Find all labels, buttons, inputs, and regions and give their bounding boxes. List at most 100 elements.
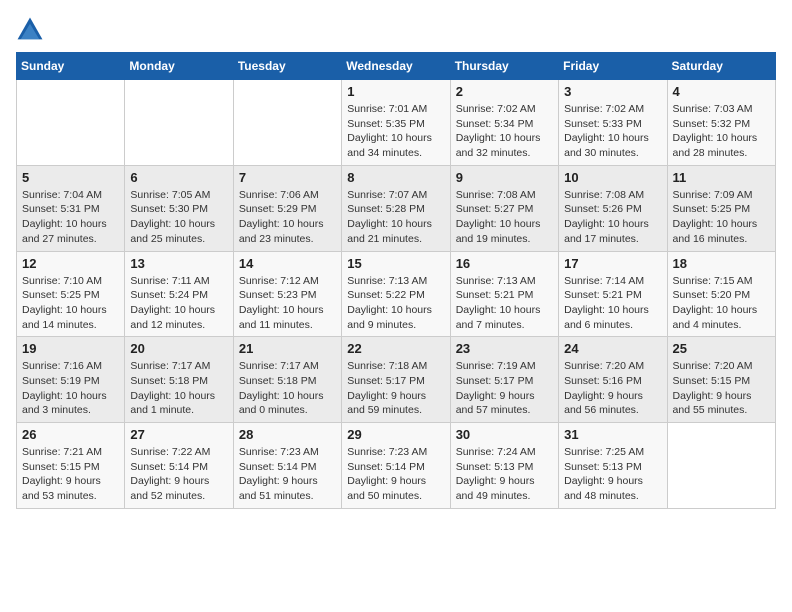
day-number: 3	[564, 84, 661, 99]
calendar-cell: 4Sunrise: 7:03 AM Sunset: 5:32 PM Daylig…	[667, 80, 775, 166]
day-info: Sunrise: 7:04 AM Sunset: 5:31 PM Dayligh…	[22, 188, 119, 247]
day-info: Sunrise: 7:11 AM Sunset: 5:24 PM Dayligh…	[130, 274, 227, 333]
calendar-cell: 10 Sunrise: 7:08 AM Sunset: 5:26 PM Dayli…	[559, 165, 667, 251]
day-info: Sunrise: 7:13 AM Sunset: 5:21 PM Dayligh…	[456, 274, 553, 333]
day-info: Sunrise: 7:15 AM Sunset: 5:20 PM Dayligh…	[673, 274, 770, 333]
weekday-header: Wednesday	[342, 53, 450, 80]
calendar-cell: 24 Sunrise: 7:20 AM Sunset: 5:16 PM Dayli…	[559, 337, 667, 423]
day-number: 13	[130, 256, 227, 271]
day-info: Sunrise: 7:07 AM Sunset: 5:28 PM Dayligh…	[347, 188, 444, 247]
calendar-cell: 14 Sunrise: 7:12 AM Sunset: 5:23 PM Dayli…	[233, 251, 341, 337]
day-number: 16	[456, 256, 553, 271]
calendar-cell	[667, 423, 775, 509]
day-number: 17	[564, 256, 661, 271]
day-info: Sunrise: 7:17 AM Sunset: 5:18 PM Dayligh…	[239, 359, 336, 418]
day-info: Sunrise: 7:16 AM Sunset: 5:19 PM Dayligh…	[22, 359, 119, 418]
day-number: 28	[239, 427, 336, 442]
day-number: 2	[456, 84, 553, 99]
day-number: 31	[564, 427, 661, 442]
calendar-cell: 23 Sunrise: 7:19 AM Sunset: 5:17 PM Dayli…	[450, 337, 558, 423]
weekday-header: Tuesday	[233, 53, 341, 80]
calendar-cell: 9 Sunrise: 7:08 AM Sunset: 5:27 PM Daylig…	[450, 165, 558, 251]
day-info: Sunrise: 7:19 AM Sunset: 5:17 PM Dayligh…	[456, 359, 553, 418]
weekday-header: Thursday	[450, 53, 558, 80]
page-header	[16, 16, 776, 44]
day-number: 26	[22, 427, 119, 442]
calendar-cell: 7Sunrise: 7:06 AM Sunset: 5:29 PM Daylig…	[233, 165, 341, 251]
calendar-cell: 26 Sunrise: 7:21 AM Sunset: 5:15 PM Dayli…	[17, 423, 125, 509]
day-info: Sunrise: 7:08 AM Sunset: 5:26 PM Dayligh…	[564, 188, 661, 247]
weekday-header: Sunday	[17, 53, 125, 80]
calendar-cell: 15Sunrise: 7:13 AM Sunset: 5:22 PM Dayli…	[342, 251, 450, 337]
day-info: Sunrise: 7:14 AM Sunset: 5:21 PM Dayligh…	[564, 274, 661, 333]
day-info: Sunrise: 7:18 AM Sunset: 5:17 PM Dayligh…	[347, 359, 444, 418]
day-number: 30	[456, 427, 553, 442]
calendar-table: SundayMondayTuesdayWednesdayThursdayFrid…	[16, 52, 776, 509]
day-info: Sunrise: 7:24 AM Sunset: 5:13 PM Dayligh…	[456, 445, 553, 504]
calendar-week-row: 1 Sunrise: 7:01 AM Sunset: 5:35 PM Daylig…	[17, 80, 776, 166]
day-number: 7	[239, 170, 336, 185]
day-number: 21	[239, 341, 336, 356]
calendar-cell: 16 Sunrise: 7:13 AM Sunset: 5:21 PM Dayli…	[450, 251, 558, 337]
weekday-row: SundayMondayTuesdayWednesdayThursdayFrid…	[17, 53, 776, 80]
day-info: Sunrise: 7:08 AM Sunset: 5:27 PM Dayligh…	[456, 188, 553, 247]
day-info: Sunrise: 7:21 AM Sunset: 5:15 PM Dayligh…	[22, 445, 119, 504]
calendar-cell: 29Sunrise: 7:23 AM Sunset: 5:14 PM Dayli…	[342, 423, 450, 509]
calendar-cell: 30 Sunrise: 7:24 AM Sunset: 5:13 PM Dayli…	[450, 423, 558, 509]
calendar-cell: 27 Sunrise: 7:22 AM Sunset: 5:14 PM Dayli…	[125, 423, 233, 509]
calendar-cell: 1 Sunrise: 7:01 AM Sunset: 5:35 PM Daylig…	[342, 80, 450, 166]
day-number: 11	[673, 170, 770, 185]
day-info: Sunrise: 7:20 AM Sunset: 5:15 PM Dayligh…	[673, 359, 770, 418]
day-info: Sunrise: 7:02 AM Sunset: 5:33 PM Dayligh…	[564, 102, 661, 161]
calendar-cell: 17 Sunrise: 7:14 AM Sunset: 5:21 PM Dayli…	[559, 251, 667, 337]
calendar-cell	[233, 80, 341, 166]
day-number: 5	[22, 170, 119, 185]
calendar-cell	[125, 80, 233, 166]
calendar-cell: 21 Sunrise: 7:17 AM Sunset: 5:18 PM Dayli…	[233, 337, 341, 423]
calendar-cell: 20 Sunrise: 7:17 AM Sunset: 5:18 PM Dayli…	[125, 337, 233, 423]
day-number: 20	[130, 341, 227, 356]
weekday-header: Monday	[125, 53, 233, 80]
day-info: Sunrise: 7:01 AM Sunset: 5:35 PM Dayligh…	[347, 102, 444, 161]
calendar-cell: 8Sunrise: 7:07 AM Sunset: 5:28 PM Daylig…	[342, 165, 450, 251]
weekday-header: Friday	[559, 53, 667, 80]
day-info: Sunrise: 7:22 AM Sunset: 5:14 PM Dayligh…	[130, 445, 227, 504]
day-number: 15	[347, 256, 444, 271]
day-info: Sunrise: 7:17 AM Sunset: 5:18 PM Dayligh…	[130, 359, 227, 418]
day-number: 14	[239, 256, 336, 271]
calendar-week-row: 12 Sunrise: 7:10 AM Sunset: 5:25 PM Dayli…	[17, 251, 776, 337]
calendar-cell: 5 Sunrise: 7:04 AM Sunset: 5:31 PM Daylig…	[17, 165, 125, 251]
calendar-cell: 3 Sunrise: 7:02 AM Sunset: 5:33 PM Daylig…	[559, 80, 667, 166]
day-info: Sunrise: 7:05 AM Sunset: 5:30 PM Dayligh…	[130, 188, 227, 247]
day-number: 12	[22, 256, 119, 271]
calendar-cell	[17, 80, 125, 166]
calendar-cell: 19Sunrise: 7:16 AM Sunset: 5:19 PM Dayli…	[17, 337, 125, 423]
calendar-cell: 18 Sunrise: 7:15 AM Sunset: 5:20 PM Dayli…	[667, 251, 775, 337]
day-number: 27	[130, 427, 227, 442]
day-number: 22	[347, 341, 444, 356]
day-number: 9	[456, 170, 553, 185]
day-info: Sunrise: 7:03 AM Sunset: 5:32 PM Dayligh…	[673, 102, 770, 161]
calendar-cell: 2Sunrise: 7:02 AM Sunset: 5:34 PM Daylig…	[450, 80, 558, 166]
calendar-cell: 11Sunrise: 7:09 AM Sunset: 5:25 PM Dayli…	[667, 165, 775, 251]
day-info: Sunrise: 7:20 AM Sunset: 5:16 PM Dayligh…	[564, 359, 661, 418]
day-info: Sunrise: 7:23 AM Sunset: 5:14 PM Dayligh…	[347, 445, 444, 504]
calendar-cell: 28 Sunrise: 7:23 AM Sunset: 5:14 PM Dayli…	[233, 423, 341, 509]
day-number: 23	[456, 341, 553, 356]
calendar-cell: 25 Sunrise: 7:20 AM Sunset: 5:15 PM Dayli…	[667, 337, 775, 423]
day-number: 10	[564, 170, 661, 185]
day-number: 25	[673, 341, 770, 356]
calendar-cell: 22 Sunrise: 7:18 AM Sunset: 5:17 PM Dayli…	[342, 337, 450, 423]
day-info: Sunrise: 7:25 AM Sunset: 5:13 PM Dayligh…	[564, 445, 661, 504]
day-info: Sunrise: 7:10 AM Sunset: 5:25 PM Dayligh…	[22, 274, 119, 333]
day-info: Sunrise: 7:23 AM Sunset: 5:14 PM Dayligh…	[239, 445, 336, 504]
day-info: Sunrise: 7:12 AM Sunset: 5:23 PM Dayligh…	[239, 274, 336, 333]
calendar-body: 1 Sunrise: 7:01 AM Sunset: 5:35 PM Daylig…	[17, 80, 776, 509]
day-number: 24	[564, 341, 661, 356]
weekday-header: Saturday	[667, 53, 775, 80]
calendar-header: SundayMondayTuesdayWednesdayThursdayFrid…	[17, 53, 776, 80]
calendar-cell: 6Sunrise: 7:05 AM Sunset: 5:30 PM Daylig…	[125, 165, 233, 251]
calendar-cell: 12 Sunrise: 7:10 AM Sunset: 5:25 PM Dayli…	[17, 251, 125, 337]
day-number: 1	[347, 84, 444, 99]
day-number: 18	[673, 256, 770, 271]
